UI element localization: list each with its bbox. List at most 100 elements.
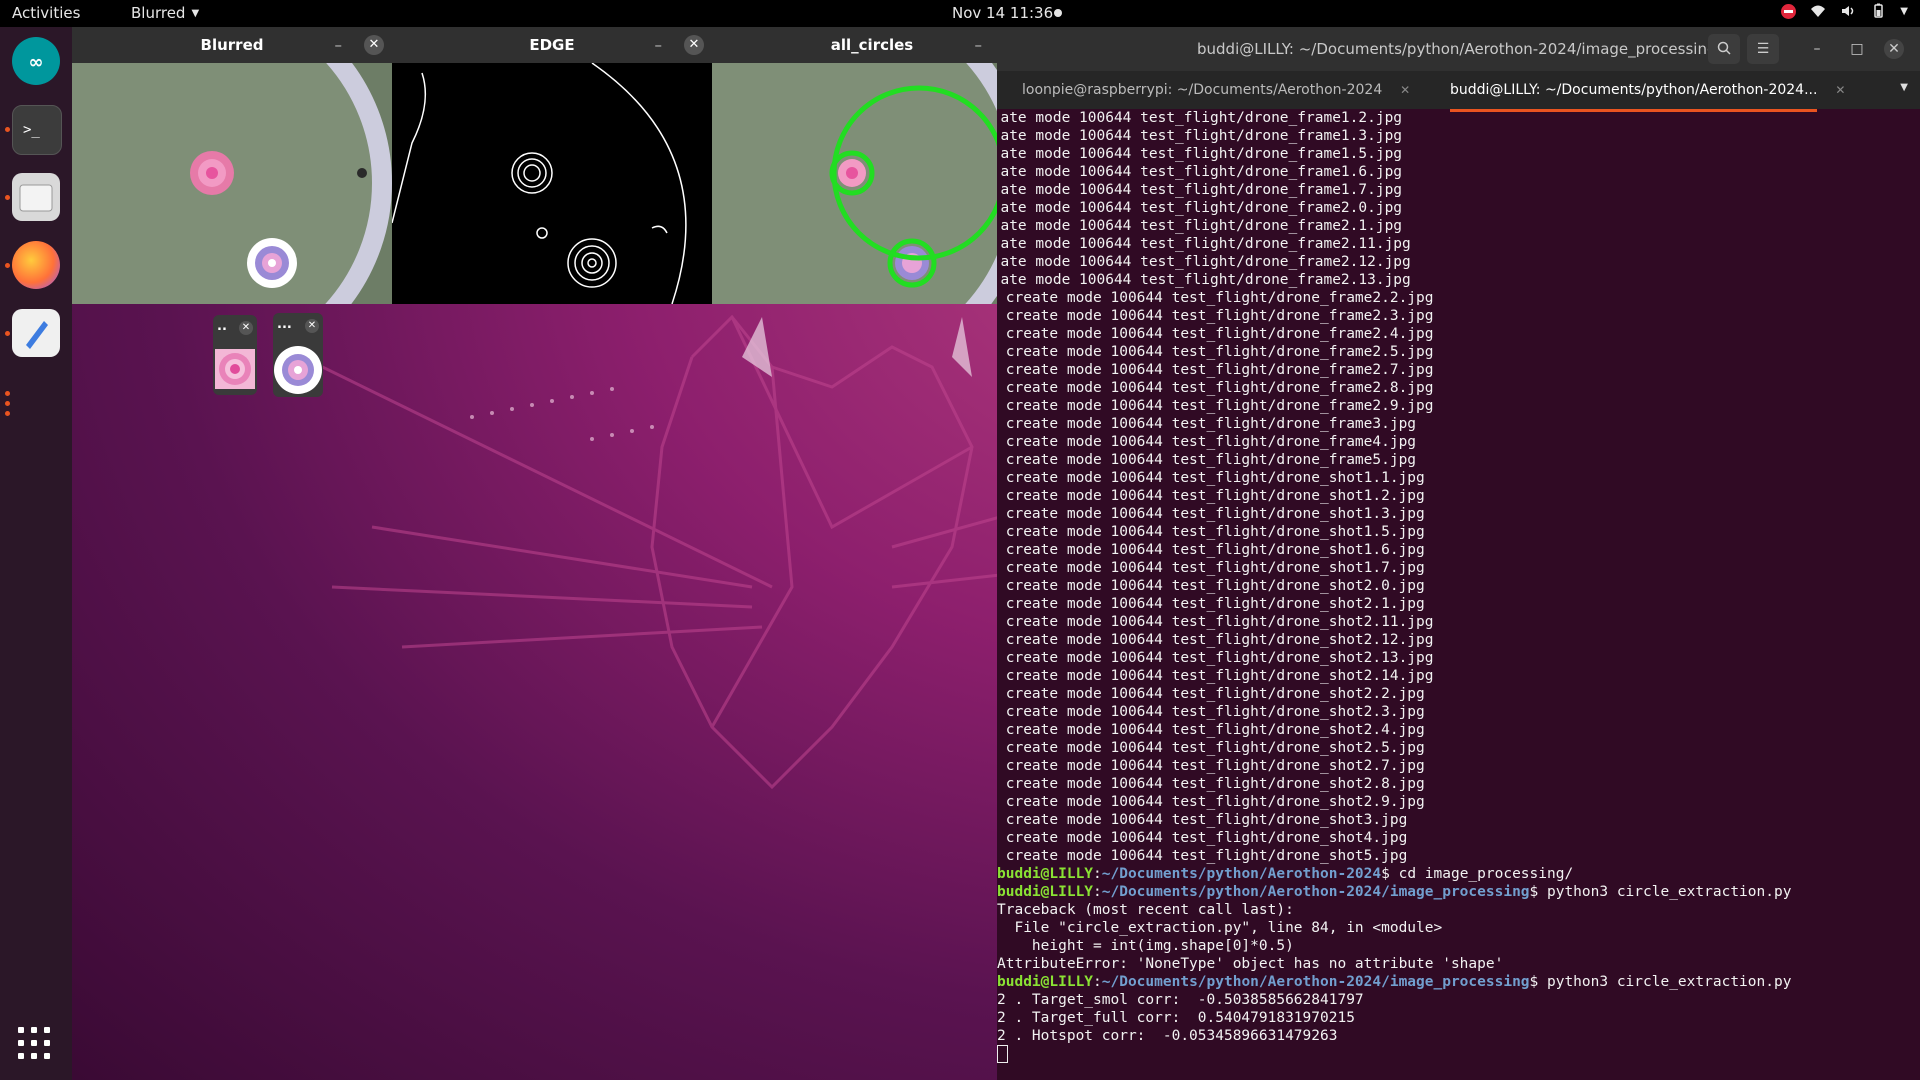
- traceback-line: AttributeError: 'NoneType' object has no…: [997, 956, 1504, 972]
- do-not-disturb-icon[interactable]: [1781, 3, 1797, 19]
- tab-lilly[interactable]: buddi@LILLY: ~/Documents/python/Aerothon…: [1450, 71, 1845, 112]
- terminal-line: create mode 100644 test_flight/drone_fra…: [997, 290, 1434, 306]
- terminal-line: create mode 100644 test_flight/drone_sho…: [997, 632, 1434, 648]
- running-indicator: [5, 391, 10, 396]
- running-indicator: [5, 127, 10, 132]
- running-indicator: [5, 263, 10, 268]
- hamburger-icon: ☰: [1756, 41, 1770, 57]
- terminal-line: create mode 100644 test_flight/drone_sho…: [997, 542, 1425, 558]
- edge-window[interactable]: EDGE – ✕: [392, 27, 712, 304]
- svg-text:>_: >_: [23, 122, 40, 138]
- app-menu[interactable]: Blurred ▼: [131, 4, 199, 22]
- close-button[interactable]: ✕: [364, 35, 384, 55]
- tab-close-button[interactable]: ✕: [1835, 71, 1845, 109]
- prompt-command: $ python3 circle_extraction.py: [1529, 974, 1792, 990]
- terminal-window[interactable]: buddi@LILLY: ~/Documents/python/Aerothon…: [997, 27, 1920, 1080]
- terminal-line: create mode 100644 test_flight/drone_sho…: [997, 524, 1425, 540]
- prompt-path: ~/Documents/python/Aerothon-2024/image_p…: [1101, 884, 1530, 900]
- text-cursor: [997, 1045, 1008, 1063]
- terminal-icon[interactable]: >_: [12, 105, 62, 155]
- terminal-line: ate mode 100644 test_flight/drone_frame1…: [997, 164, 1403, 180]
- chevron-down-icon: ▼: [191, 8, 200, 19]
- terminal-line: ate mode 100644 test_flight/drone_frame2…: [997, 200, 1403, 216]
- terminal-line: create mode 100644 test_flight/drone_sho…: [997, 830, 1408, 846]
- terminal-line: ate mode 100644 test_flight/drone_frame1…: [997, 182, 1403, 198]
- prompt-path: ~/Documents/python/Aerothon-2024: [1101, 866, 1382, 882]
- terminal-output[interactable]: ate mode 100644 test_flight/drone_frame1…: [997, 109, 1920, 1080]
- chevron-down-icon[interactable]: ▼: [1900, 82, 1908, 93]
- close-button[interactable]: ✕: [305, 319, 319, 333]
- terminal-line: create mode 100644 test_flight/drone_fra…: [997, 308, 1434, 324]
- window-title: Blurred: [200, 36, 264, 54]
- clock[interactable]: Nov 14 11:36: [952, 4, 1053, 22]
- activities-button[interactable]: Activities: [12, 4, 80, 22]
- dock: ∞ >_: [0, 27, 72, 1080]
- terminal-line: create mode 100644 test_flight/drone_sho…: [997, 506, 1425, 522]
- blurred-window[interactable]: Blurred – ✕: [72, 27, 392, 304]
- volume-icon[interactable]: [1840, 3, 1856, 19]
- terminal-line: create mode 100644 test_flight/drone_fra…: [997, 416, 1417, 432]
- blurred-image: [72, 63, 392, 304]
- maximize-button[interactable]: □: [1847, 39, 1867, 59]
- show-apps-icon[interactable]: [18, 1027, 50, 1059]
- tab-raspberrypi[interactable]: loonpie@raspberrypi: ~/Documents/Aerotho…: [1022, 71, 1410, 109]
- terminal-line: create mode 100644 test_flight/drone_fra…: [997, 380, 1434, 396]
- terminal-line: create mode 100644 test_flight/drone_sho…: [997, 848, 1408, 864]
- prompt-command: $ python3 circle_extraction.py: [1529, 884, 1792, 900]
- prompt-user: buddi@LILLY: [997, 974, 1094, 990]
- battery-icon[interactable]: [1870, 3, 1886, 19]
- minimize-button[interactable]: –: [1807, 39, 1827, 59]
- window-title: EDGE: [529, 36, 575, 54]
- prompt-line: buddi@LILLY:~/Documents/python/Aerothon-…: [997, 973, 1920, 991]
- terminal-line: create mode 100644 test_flight/drone_sho…: [997, 668, 1434, 684]
- window-titlebar[interactable]: EDGE – ✕: [392, 27, 712, 63]
- running-indicator: [5, 401, 10, 406]
- search-icon: [1717, 41, 1731, 55]
- terminal-line: create mode 100644 test_flight/drone_sho…: [997, 596, 1425, 612]
- output-line: 2 . Target_smol corr: -0.503858566284179…: [997, 992, 1364, 1008]
- window-titlebar[interactable]: Blurred – ✕: [72, 27, 392, 63]
- close-button[interactable]: ✕: [1884, 39, 1904, 59]
- mini-window-2[interactable]: ... ✕: [273, 313, 323, 397]
- close-button[interactable]: ✕: [239, 321, 253, 335]
- prompt-user: buddi@LILLY: [997, 866, 1094, 882]
- all-circles-window[interactable]: all_circles – ✕: [712, 27, 1032, 304]
- close-button[interactable]: ✕: [684, 35, 704, 55]
- terminal-line: ate mode 100644 test_flight/drone_frame2…: [997, 218, 1403, 234]
- text-editor-icon[interactable]: [12, 309, 60, 357]
- chevron-down-icon[interactable]: ▼: [1900, 6, 1908, 17]
- terminal-tabs: loonpie@raspberrypi: ~/Documents/Aerotho…: [997, 71, 1920, 112]
- terminal-line: create mode 100644 test_flight/drone_sho…: [997, 758, 1425, 774]
- traceback-line: Traceback (most recent call last):: [997, 902, 1294, 918]
- mini-target-image: [274, 346, 322, 394]
- prompt-command: $ cd image_processing/: [1381, 866, 1574, 882]
- terminal-line: ate mode 100644 test_flight/drone_frame1…: [997, 110, 1403, 126]
- tab-close-button[interactable]: ✕: [1400, 71, 1410, 109]
- prompt-line: buddi@LILLY:~/Documents/python/Aerothon-…: [997, 883, 1920, 901]
- search-button[interactable]: [1708, 34, 1740, 64]
- terminal-line: create mode 100644 test_flight/drone_sho…: [997, 704, 1425, 720]
- terminal-line: create mode 100644 test_flight/drone_sho…: [997, 812, 1408, 828]
- output-line: 2 . Target_full corr: 0.5404791831970215: [997, 1010, 1355, 1026]
- mini-window-1[interactable]: .. ✕: [213, 315, 257, 395]
- prompt-sep: :: [1093, 974, 1102, 990]
- terminal-line: create mode 100644 test_flight/drone_sho…: [997, 614, 1434, 630]
- all-circles-image: [712, 63, 1032, 304]
- terminal-line: create mode 100644 test_flight/drone_sho…: [997, 740, 1425, 756]
- minimize-button[interactable]: –: [975, 27, 983, 63]
- arduino-icon[interactable]: ∞: [12, 37, 60, 85]
- terminal-line: ate mode 100644 test_flight/drone_frame2…: [997, 254, 1411, 270]
- terminal-titlebar[interactable]: buddi@LILLY: ~/Documents/python/Aerothon…: [997, 27, 1920, 71]
- wifi-icon[interactable]: [1810, 3, 1826, 19]
- system-tray[interactable]: ▼: [1781, 3, 1908, 19]
- running-indicator: [5, 195, 10, 200]
- menu-button[interactable]: ☰: [1747, 34, 1779, 64]
- files-icon[interactable]: [12, 173, 60, 221]
- tab-label: loonpie@raspberrypi: ~/Documents/Aerotho…: [1022, 82, 1383, 98]
- terminal-line: create mode 100644 test_flight/drone_sho…: [997, 650, 1434, 666]
- terminal-line: create mode 100644 test_flight/drone_sho…: [997, 686, 1425, 702]
- firefox-icon[interactable]: [12, 241, 60, 289]
- minimize-button[interactable]: –: [655, 27, 663, 63]
- minimize-button[interactable]: –: [335, 27, 343, 63]
- window-titlebar[interactable]: all_circles – ✕: [712, 27, 1032, 63]
